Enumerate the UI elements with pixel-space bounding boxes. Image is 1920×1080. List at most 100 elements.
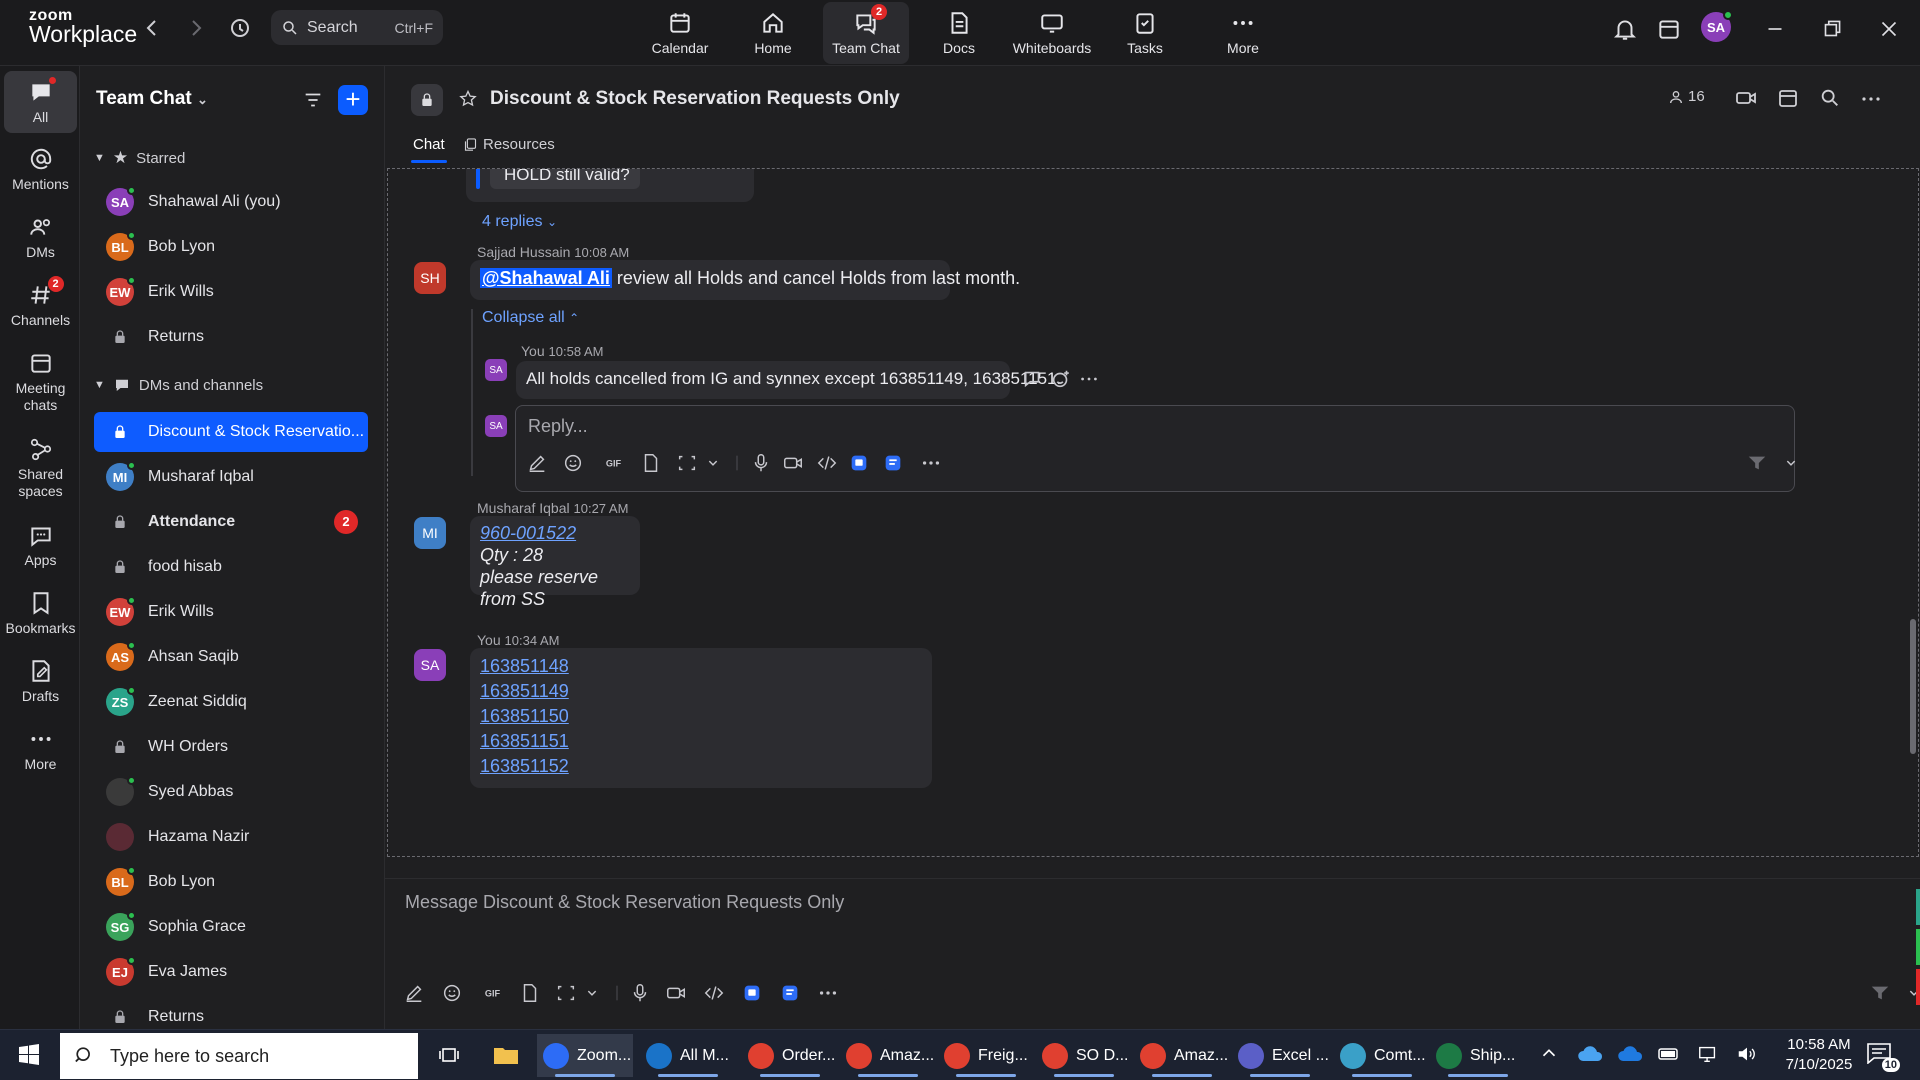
sidebar-item[interactable]: food hisab: [94, 547, 368, 587]
onedrive-icon[interactable]: [1577, 1045, 1603, 1063]
sender-name[interactable]: Musharaf Iqbal: [477, 500, 570, 516]
send-icon[interactable]: [1869, 982, 1891, 1004]
screenshot-icon[interactable]: [555, 982, 577, 1004]
replies-toggle[interactable]: 4 replies ⌄: [482, 213, 557, 231]
user-avatar[interactable]: SA: [1701, 10, 1733, 42]
sidebar-item[interactable]: WH Orders: [94, 727, 368, 767]
sidebar-item[interactable]: Returns: [94, 317, 368, 357]
scrollbar-thumb[interactable]: [1910, 619, 1916, 754]
file-icon[interactable]: [640, 452, 662, 474]
add-reaction-icon[interactable]: [1050, 368, 1072, 390]
windows-start-icon[interactable]: [17, 1043, 41, 1067]
message-link[interactable]: 163851150: [480, 704, 922, 729]
close-icon[interactable]: [1876, 16, 1904, 44]
history-icon[interactable]: [228, 16, 252, 40]
send-icon[interactable]: [1746, 452, 1768, 474]
rail-shared-spaces[interactable]: Shared spaces: [4, 436, 77, 500]
sidebar-item[interactable]: EJ Eva James: [94, 952, 368, 992]
filter-icon[interactable]: [302, 89, 324, 111]
taskbar-app[interactable]: Ship...: [1430, 1034, 1526, 1077]
video-icon[interactable]: [1734, 86, 1758, 110]
emoji-icon[interactable]: [441, 982, 463, 1004]
volume-icon[interactable]: [1735, 1043, 1759, 1065]
tab-docs[interactable]: Docs: [916, 2, 1002, 64]
format-icon[interactable]: [526, 452, 548, 474]
avatar[interactable]: SA: [485, 359, 507, 381]
avatar[interactable]: MI: [414, 517, 446, 549]
new-chat-button[interactable]: +: [338, 85, 368, 115]
video-message-icon[interactable]: [665, 982, 687, 1004]
sidebar-item[interactable]: BL Bob Lyon: [94, 862, 368, 902]
section-dms-channels[interactable]: ▼ DMs and channels: [94, 376, 263, 394]
rail-channels[interactable]: 2 Channels: [4, 276, 77, 329]
microphone-icon[interactable]: [750, 452, 772, 474]
tab-home[interactable]: Home: [730, 2, 816, 64]
taskbar-app[interactable]: SO D...: [1036, 1034, 1132, 1077]
tab-tasks[interactable]: Tasks: [1102, 2, 1188, 64]
members-count[interactable]: 16: [1668, 88, 1705, 105]
section-starred[interactable]: ▼ ★ Starred: [94, 148, 185, 168]
taskbar-app[interactable]: Freig...: [938, 1034, 1034, 1077]
sidebar-item[interactable]: Attendance 2: [94, 502, 368, 542]
message-link[interactable]: 960-001522: [480, 522, 630, 544]
avatar[interactable]: SA: [414, 649, 446, 681]
tab-whiteboards[interactable]: Whiteboards: [1009, 2, 1095, 64]
taskbar-app[interactable]: Excel ...: [1232, 1034, 1329, 1077]
rail-more[interactable]: More: [4, 726, 77, 773]
onedrive-business-icon[interactable]: [1617, 1045, 1643, 1063]
app-blue-icon[interactable]: [741, 982, 763, 1004]
sidebar-item[interactable]: Syed Abbas: [94, 772, 368, 812]
schedule-icon[interactable]: [1776, 86, 1800, 110]
file-explorer-icon[interactable]: [492, 1043, 520, 1067]
taskbar-app[interactable]: Amaz...: [1134, 1034, 1230, 1077]
sidebar-item[interactable]: MI Musharaf Iqbal: [94, 457, 368, 497]
sidebar-item[interactable]: BL Bob Lyon: [94, 227, 368, 267]
taskbar-app[interactable]: Amaz...: [840, 1034, 936, 1077]
file-icon[interactable]: [519, 982, 541, 1004]
app-blue-icon[interactable]: [848, 452, 870, 474]
sidebar-item[interactable]: SG Sophia Grace: [94, 907, 368, 947]
screenshot-icon[interactable]: [676, 452, 698, 474]
network-icon[interactable]: [1697, 1043, 1719, 1065]
gif-icon[interactable]: GIF: [483, 982, 505, 1004]
sidebar-title[interactable]: Team Chat ⌄: [96, 88, 208, 110]
message-link[interactable]: 163851148: [480, 654, 922, 679]
format-icon[interactable]: [403, 982, 425, 1004]
sidebar-item[interactable]: AS Ahsan Saqib: [94, 637, 368, 677]
search-icon[interactable]: [1819, 87, 1841, 109]
send-options-chevron-icon[interactable]: [1780, 452, 1802, 474]
taskbar-app[interactable]: Comt...: [1334, 1034, 1430, 1077]
rail-apps[interactable]: Apps: [4, 522, 77, 569]
sidebar-item[interactable]: Discount & Stock Reservatio...: [94, 412, 368, 452]
gif-icon[interactable]: GIF: [604, 452, 626, 474]
forward-arrow-icon[interactable]: [184, 16, 208, 40]
message-more-icon[interactable]: [1078, 368, 1100, 390]
sidebar-item[interactable]: EW Erik Wills: [94, 592, 368, 632]
tab-calendar[interactable]: Calendar: [637, 2, 723, 64]
message-link[interactable]: 163851152: [480, 754, 922, 779]
tab-resources[interactable]: Resources: [463, 136, 555, 153]
rail-drafts[interactable]: Drafts: [4, 658, 77, 705]
battery-icon[interactable]: [1657, 1045, 1681, 1063]
message-link[interactable]: 163851149: [480, 679, 922, 704]
taskbar-clock[interactable]: 10:58 AM 7/10/2025: [1774, 1035, 1864, 1075]
tray-chevron-up-icon[interactable]: [1538, 1042, 1560, 1064]
code-icon[interactable]: [703, 982, 725, 1004]
tab-chat[interactable]: Chat: [411, 136, 447, 163]
more-options-icon[interactable]: [1859, 87, 1883, 111]
sidebar-item[interactable]: Returns: [94, 997, 368, 1029]
restore-icon[interactable]: [1819, 16, 1847, 44]
channel-title[interactable]: Discount & Stock Reservation Requests On…: [490, 88, 900, 110]
mention-tag[interactable]: @Shahawal Ali: [480, 268, 612, 288]
reply-input[interactable]: Reply... GIF: [515, 405, 1796, 492]
code-icon[interactable]: [816, 452, 838, 474]
taskbar-search-input[interactable]: Type here to search: [60, 1033, 418, 1079]
notification-bell-icon[interactable]: [1612, 16, 1640, 44]
sidebar-item[interactable]: SA Shahawal Ali (you): [94, 182, 368, 222]
chevron-down-icon[interactable]: [702, 452, 724, 474]
taskbar-app[interactable]: Zoom...: [537, 1034, 633, 1077]
rail-dms[interactable]: DMs: [4, 214, 77, 261]
avatar[interactable]: SH: [414, 262, 446, 294]
calendar-quick-icon[interactable]: [1656, 16, 1684, 44]
microphone-icon[interactable]: [629, 982, 651, 1004]
